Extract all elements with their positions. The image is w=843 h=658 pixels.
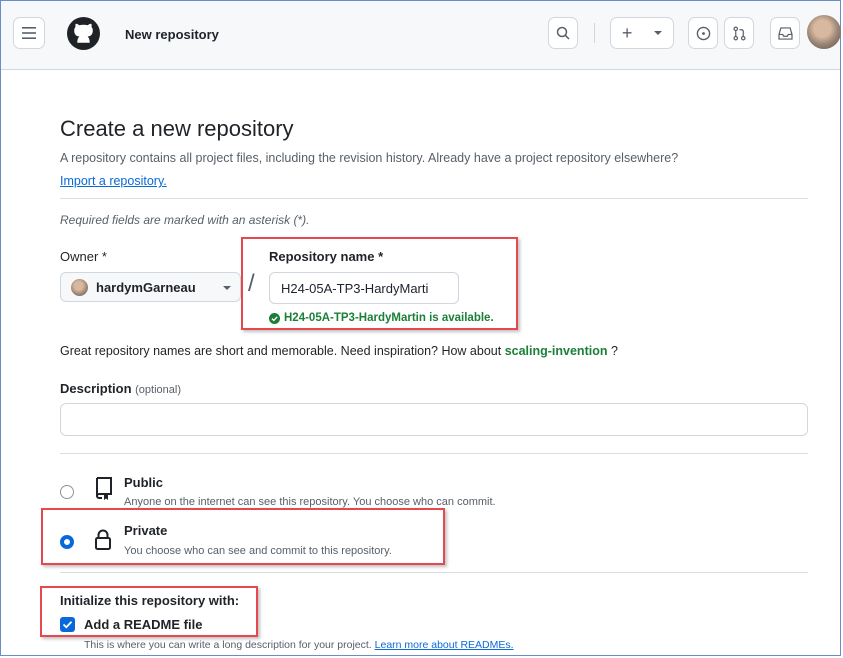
highlight-repo-name (241, 237, 518, 330)
owner-dropdown[interactable]: hardymGarneau (60, 272, 241, 302)
github-logo-icon (67, 17, 100, 50)
inbox-icon (777, 26, 793, 40)
header-divider (594, 23, 595, 43)
owner-avatar (71, 279, 88, 296)
user-avatar[interactable] (807, 15, 841, 49)
search-button[interactable] (548, 17, 578, 49)
top-header: New repository + (1, 1, 841, 70)
page-intro: A repository contains all project files,… (60, 151, 679, 165)
name-suggestion: Great repository names are short and mem… (60, 344, 618, 358)
pull-request-icon (732, 26, 746, 40)
readme-description-text: This is where you can write a long descr… (84, 639, 372, 651)
description-input[interactable] (60, 403, 808, 436)
chevron-down-icon (223, 286, 231, 290)
public-radio[interactable] (60, 485, 74, 499)
description-label-text: Description (60, 381, 132, 396)
import-repository-link[interactable]: Import a repository. (60, 174, 167, 188)
owner-label: Owner * (60, 249, 107, 264)
repo-icon (96, 477, 112, 500)
plus-icon: + (621, 22, 633, 43)
issues-icon (696, 26, 710, 40)
suggestion-end: ? (610, 344, 618, 358)
menu-button[interactable] (13, 17, 45, 49)
description-optional: (optional) (135, 384, 181, 396)
divider (60, 453, 808, 454)
description-label: Description (optional) (60, 381, 181, 396)
header-title[interactable]: New repository (125, 27, 219, 42)
highlight-readme (40, 586, 258, 637)
issues-button[interactable] (688, 17, 718, 49)
required-fields-note: Required fields are marked with an aster… (60, 213, 310, 227)
github-logo-link[interactable] (67, 17, 100, 55)
pull-requests-button[interactable] (724, 17, 754, 49)
owner-value: hardymGarneau (96, 280, 196, 295)
hamburger-icon (22, 27, 36, 39)
search-icon (556, 26, 570, 40)
inbox-button[interactable] (770, 17, 800, 49)
highlight-private (41, 508, 445, 565)
public-description: Anyone on the internet can see this repo… (124, 496, 496, 508)
divider (60, 198, 808, 199)
page-title: Create a new repository (60, 116, 294, 141)
divider (60, 572, 808, 573)
readme-description: This is where you can write a long descr… (84, 639, 514, 651)
learn-readme-link[interactable]: Learn more about READMEs. (375, 639, 514, 651)
create-new-button[interactable]: + (610, 17, 674, 49)
public-title[interactable]: Public (124, 475, 163, 490)
suggested-name[interactable]: scaling-invention (505, 344, 608, 358)
chevron-down-icon (654, 30, 663, 35)
suggestion-text: Great repository names are short and mem… (60, 344, 502, 358)
